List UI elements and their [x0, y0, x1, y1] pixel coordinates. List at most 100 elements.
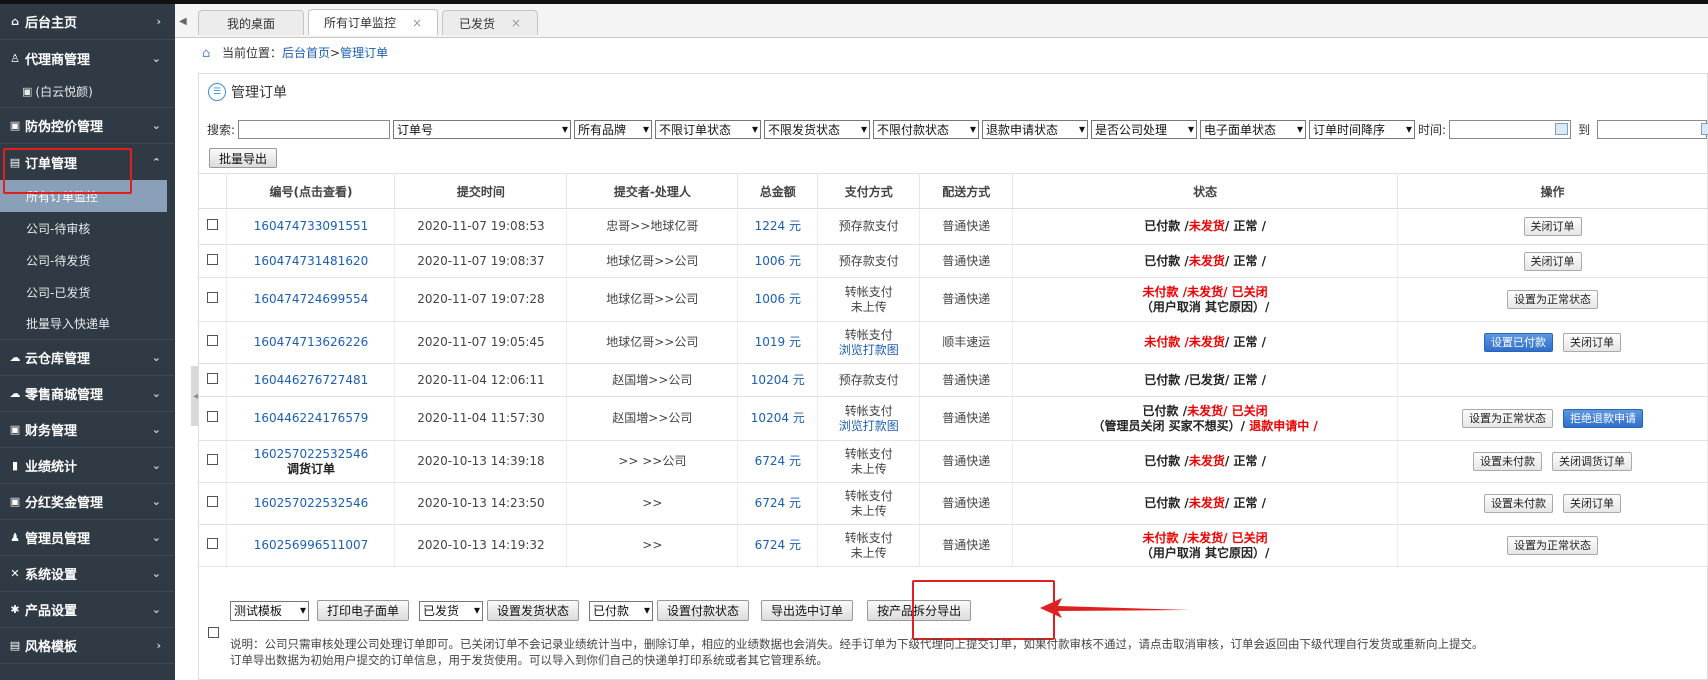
refund-status-select[interactable]: 退款申请状态	[982, 120, 1089, 139]
close-icon[interactable]: ×	[511, 16, 521, 30]
tab-scroll-left-icon[interactable]: ◀	[179, 16, 187, 27]
sidebar-item-products[interactable]: ✱ 产品设置 ⌄	[0, 592, 175, 628]
batch-export-button[interactable]: 批量导出	[209, 148, 278, 168]
ship-status-set-select[interactable]: 已发货	[419, 600, 484, 621]
row-action-button[interactable]: 设置未付款	[1473, 452, 1543, 471]
order-id-link[interactable]: 160257022532546	[254, 496, 369, 510]
chevron-down-icon: ⌄	[151, 51, 161, 65]
set-ship-status-button[interactable]: 设置发货状态	[487, 600, 580, 621]
ship-status-select[interactable]: 不限发货状态	[764, 120, 871, 139]
select-all-checkbox[interactable]	[208, 627, 219, 638]
row-action-button[interactable]: 设置未付款	[1484, 494, 1554, 513]
row-checkbox-cell	[199, 277, 228, 322]
order-type-label: 调货订单	[286, 461, 335, 476]
table-row: 160474713626226 2020-11-07 19:05:45 地球亿哥>>…	[199, 321, 1708, 364]
order-id-link[interactable]: 160257022532546	[254, 447, 369, 461]
company-handle-select[interactable]: 是否公司处理	[1091, 120, 1198, 139]
row-action-button[interactable]: 设置为正常状态	[1507, 290, 1599, 309]
order-id-cell: 160257022532546	[226, 482, 396, 525]
sidebar-item-retail-mall[interactable]: ☁ 零售商城管理 ⌄	[0, 376, 175, 412]
row-action-button[interactable]: 关闭订单	[1523, 251, 1582, 271]
order-id-link[interactable]: 160446276727481	[254, 373, 369, 387]
order-id-link[interactable]: 160256996511007	[254, 538, 369, 552]
order-id-link[interactable]: 160474731481620	[254, 254, 369, 268]
sidebar-item-performance[interactable]: ▮ 业绩统计 ⌄	[0, 448, 175, 484]
row-checkbox-cell	[199, 482, 228, 525]
view-payment-image-link[interactable]: 浏览打款图	[839, 419, 899, 433]
view-payment-image-link[interactable]: 浏览打款图	[839, 343, 899, 357]
tab-all-orders[interactable]: 所有订单监控 ×	[308, 9, 438, 35]
close-icon[interactable]: ×	[412, 16, 422, 30]
row-action-button[interactable]: 设置为正常状态	[1507, 536, 1599, 555]
row-action-button[interactable]: 关闭订单	[1523, 217, 1582, 236]
sidebar-subitem-pending-ship[interactable]: 公司-待发货	[0, 244, 175, 276]
tab-my-desktop[interactable]: 我的桌面	[198, 10, 304, 35]
sidebar-item-dividend[interactable]: ▣ 分红奖金管理 ⌄	[0, 484, 175, 520]
sidebar-subitem-batch-import[interactable]: 批量导入快递单	[0, 308, 175, 340]
order-id-link[interactable]: 160474713626226	[254, 335, 369, 349]
print-eform-button[interactable]: 打印电子面单	[317, 600, 410, 621]
amount-cell: 1019 元	[737, 321, 819, 364]
payment-method: 转帐支付	[844, 530, 893, 545]
row-action-button[interactable]: 关闭订单	[1563, 494, 1622, 513]
sidebar-subitem-agent[interactable]: ▣ (白云悦颜)	[0, 76, 175, 108]
tab-shipped[interactable]: 已发货 ×	[442, 10, 538, 35]
pay-status-set-select[interactable]: 已付款	[589, 600, 654, 621]
sidebar-item-home[interactable]: ⌂ 后台主页 ›	[0, 4, 175, 40]
date-start-input[interactable]	[1449, 120, 1572, 139]
sidebar-item-admins[interactable]: ♟ 管理员管理 ⌄	[0, 520, 175, 556]
order-id-link[interactable]: 160474724699554	[254, 292, 369, 306]
order-id-link[interactable]: 160446224176579	[254, 411, 369, 425]
submitter-cell: 地球亿哥>>公司	[566, 321, 739, 364]
status-text: （管理员关闭 买家不想买）/	[1092, 418, 1246, 433]
calendar-icon[interactable]	[1555, 123, 1569, 135]
breadcrumb-prefix: 当前位置：	[222, 46, 283, 60]
row-checkbox[interactable]	[207, 372, 219, 384]
order-status-select[interactable]: 不限订单状态	[655, 120, 762, 139]
row-checkbox[interactable]	[207, 538, 219, 549]
breadcrumb-home-link[interactable]: 后台首页	[282, 44, 330, 61]
export-selected-button[interactable]: 导出选中订单	[761, 600, 854, 621]
table-header[interactable]: 编号(点击查看)	[226, 173, 396, 209]
date-end-input[interactable]	[1597, 120, 1708, 139]
chevron-down-icon: ⌄	[151, 495, 161, 508]
calendar-icon[interactable]	[1701, 123, 1708, 135]
row-action-button[interactable]: 关闭订单	[1563, 333, 1622, 352]
sort-select[interactable]: 订单时间降序	[1309, 120, 1416, 139]
row-checkbox[interactable]	[207, 411, 219, 422]
pay-status-select[interactable]: 不限付款状态	[873, 120, 980, 139]
brand-select[interactable]: 所有品牌	[574, 120, 653, 139]
sidebar-subitem-pending-review[interactable]: 公司-待审核	[0, 212, 175, 244]
row-action-button[interactable]: 关闭调货订单	[1552, 452, 1633, 471]
order-id-link[interactable]: 160474733091551	[254, 219, 369, 233]
search-input[interactable]	[238, 120, 391, 139]
payment-cell: 预存款支付	[817, 244, 921, 278]
search-field-select[interactable]: 订单号	[393, 120, 572, 139]
row-checkbox[interactable]	[207, 454, 219, 465]
home-icon: ⌂	[202, 46, 211, 61]
template-select[interactable]: 测试模板	[230, 600, 309, 621]
eform-status-select[interactable]: 电子面单状态	[1200, 120, 1307, 139]
status-text: 未发货	[1188, 454, 1225, 468]
sidebar-item-system[interactable]: ✕ 系统设置 ⌄	[0, 556, 175, 592]
actions-cell: 设置未付款 关闭调货订单	[1397, 440, 1708, 483]
row-action-button[interactable]: 设置为正常状态	[1462, 409, 1554, 428]
row-checkbox[interactable]	[207, 496, 219, 507]
sidebar-item-finance[interactable]: ▣ 财务管理 ⌄	[0, 412, 175, 448]
row-checkbox[interactable]	[207, 219, 219, 230]
chevron-down-icon: ⌄	[151, 351, 161, 364]
shipping-cell: 顺丰速运	[919, 321, 1014, 364]
shop-icon: ☁	[9, 387, 21, 400]
row-action-button[interactable]: 设置已付款	[1484, 333, 1554, 352]
row-checkbox[interactable]	[207, 253, 219, 265]
sidebar-item-templates[interactable]: ▤ 风格模板 ›	[0, 628, 175, 664]
row-checkbox[interactable]	[207, 292, 219, 303]
sidebar-subitem-shipped[interactable]: 公司-已发货	[0, 276, 175, 308]
row-action-button[interactable]: 拒绝退款申请	[1563, 409, 1644, 428]
breadcrumb-current[interactable]: 管理订单	[340, 44, 388, 61]
sidebar-item-agents[interactable]: ♙ 代理商管理 ⌄	[0, 40, 175, 76]
set-pay-status-button[interactable]: 设置付款状态	[657, 600, 750, 621]
sidebar-item-cloud-warehouse[interactable]: ☁ 云仓库管理 ⌄	[0, 340, 175, 376]
row-checkbox[interactable]	[207, 335, 219, 346]
sidebar-item-anticounterfeit[interactable]: ▣ 防伪控价管理 ⌄	[0, 108, 175, 144]
